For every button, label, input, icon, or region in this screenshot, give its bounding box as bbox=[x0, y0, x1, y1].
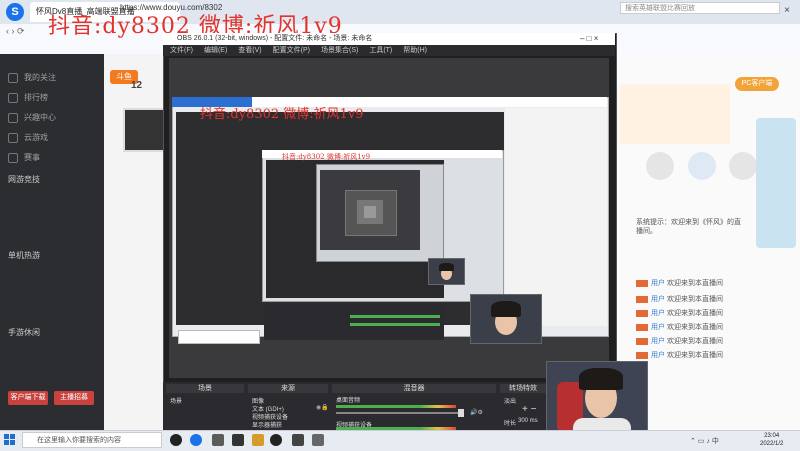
nested-docks bbox=[264, 304, 444, 340]
obs-menubar: 文件(F) 编辑(E) 查看(V) 配置文件(P) 场景集合(S) 工具(T) 帮助(H) bbox=[163, 45, 615, 56]
browser-logo-icon[interactable]: S bbox=[6, 3, 24, 21]
menu-edit[interactable]: 编辑(E) bbox=[204, 47, 227, 54]
chat-message: 用户 欢迎来到本直播间 bbox=[636, 322, 723, 332]
volume-slider-handle[interactable] bbox=[458, 409, 464, 417]
scene-item[interactable]: 场景 bbox=[170, 396, 182, 405]
trophy-icon bbox=[8, 152, 18, 163]
webcam-feed bbox=[546, 361, 648, 436]
cloud-icon bbox=[8, 132, 18, 143]
add-transition-icon[interactable]: + − bbox=[522, 404, 536, 415]
streamer-avatar[interactable] bbox=[123, 108, 165, 152]
gift-banner bbox=[620, 84, 730, 144]
rank-avatar[interactable] bbox=[729, 152, 757, 180]
browser-taskbar-icon[interactable] bbox=[190, 434, 202, 446]
rank-avatar[interactable] bbox=[688, 152, 716, 180]
chat-system-message: 系统提示：欢迎来到《怀风》的直播间。 bbox=[636, 219, 741, 235]
scenes-dock-title: 场景 bbox=[166, 384, 244, 393]
app-taskbar-icon[interactable] bbox=[252, 434, 264, 446]
chat-message: 用户 欢迎来到本直播间 bbox=[636, 294, 723, 304]
fans-count: 12 bbox=[131, 80, 143, 91]
sources-dock-title: 来源 bbox=[248, 384, 328, 393]
source-item[interactable]: 显示器捕获 bbox=[252, 420, 282, 429]
nested-meter bbox=[350, 315, 440, 318]
chat-message: 用户 欢迎来到本直播间 bbox=[636, 336, 723, 346]
taskbar-clock[interactable]: 23:04 2022/1/2 bbox=[760, 432, 783, 448]
rank-avatar[interactable] bbox=[646, 152, 674, 180]
level-badge bbox=[636, 309, 648, 317]
task-view-icon[interactable] bbox=[170, 434, 182, 446]
browser-search-input[interactable]: 搜索英雄联盟比赛回放 bbox=[620, 2, 780, 14]
duration-label: 时长 bbox=[504, 421, 517, 427]
chat-message: 用户 欢迎来到本直播间 bbox=[636, 350, 723, 360]
mixer-track-label: 桌面音频 bbox=[336, 398, 361, 404]
heart-icon bbox=[8, 72, 18, 83]
sidebar-section-header: 手游休闲 bbox=[8, 328, 40, 337]
system-tray-icons[interactable]: ⌃ ▭ ♪ 中 bbox=[690, 436, 719, 446]
windows-start-icon[interactable] bbox=[4, 434, 16, 446]
mixer-dock-title: 混音器 bbox=[332, 384, 496, 393]
app-taskbar-icon[interactable] bbox=[292, 434, 304, 446]
site-sidebar: 我的关注 排行榜 兴趣中心 云游戏 赛事 网游竞技 单机热游 手游休闲 bbox=[0, 54, 104, 430]
sidebar-item-rank[interactable]: 排行榜 bbox=[8, 92, 48, 103]
nested-webcam-feed bbox=[428, 258, 465, 285]
menu-file[interactable]: 文件(F) bbox=[170, 47, 193, 54]
level-badge bbox=[636, 323, 648, 331]
app-taskbar-icon[interactable] bbox=[232, 434, 244, 446]
anchor-recruit-button[interactable]: 主播招募 bbox=[54, 391, 94, 405]
sidebar-section-header: 网游竞技 bbox=[8, 175, 40, 184]
menu-tools[interactable]: 工具(T) bbox=[369, 47, 392, 54]
obs-taskbar-icon[interactable] bbox=[270, 434, 282, 446]
sidebar-item-follow[interactable]: 我的关注 bbox=[8, 72, 56, 83]
back-icon[interactable]: ‹ › ⟳ bbox=[6, 26, 25, 37]
app-taskbar-icon[interactable] bbox=[312, 434, 324, 446]
clock-date: 2022/1/2 bbox=[760, 441, 784, 447]
taskbar-search-input[interactable]: 在这里输入你要搜索的内容 bbox=[22, 432, 162, 448]
nested-taskbar-search bbox=[178, 330, 260, 344]
transition-dock-title: 转场特效 bbox=[500, 384, 546, 393]
client-download-button[interactable]: 客户端下载 bbox=[8, 391, 48, 405]
app-taskbar-icon[interactable] bbox=[212, 434, 224, 446]
chat-message: 用户 欢迎来到本直播间 bbox=[636, 278, 723, 288]
pc-client-button[interactable]: PC客户端 bbox=[735, 77, 779, 91]
clock-time: 23:04 bbox=[764, 433, 780, 439]
star-icon bbox=[8, 112, 18, 123]
mixer-mute-icon[interactable]: 🔊⚙ bbox=[470, 409, 483, 416]
obs-window-controls[interactable]: – □ × bbox=[580, 33, 598, 45]
nested-watermark: 抖音:dy8302 微博:祈风1v9 bbox=[282, 153, 371, 161]
menu-profile[interactable]: 配置文件(P) bbox=[273, 47, 310, 54]
nested-watermark: 抖音:dy8302 微博:祈风1v9 bbox=[200, 107, 364, 122]
menu-view[interactable]: 查看(V) bbox=[238, 47, 261, 54]
menu-help[interactable]: 帮助(H) bbox=[403, 47, 427, 54]
level-badge bbox=[636, 295, 648, 303]
level-badge bbox=[636, 337, 648, 345]
duration-value[interactable]: 300 ms bbox=[518, 418, 538, 424]
level-badge bbox=[636, 351, 648, 359]
sidebar-item-interest[interactable]: 兴趣中心 bbox=[8, 112, 56, 123]
close-icon[interactable]: × bbox=[780, 4, 794, 18]
sidebar-section-header: 单机热游 bbox=[8, 251, 40, 260]
source-visibility-icons[interactable]: ◉🔒 bbox=[316, 404, 329, 411]
level-badge bbox=[636, 279, 648, 287]
nested-meter bbox=[350, 323, 440, 326]
nested-capture-6 bbox=[364, 206, 376, 218]
sidebar-item-events[interactable]: 赛事 bbox=[8, 152, 40, 163]
chat-message: 用户 欢迎来到本直播间 bbox=[636, 308, 723, 318]
side-promo-banner[interactable] bbox=[756, 118, 796, 248]
rank-icon bbox=[8, 92, 18, 103]
transition-type[interactable]: 淡出 bbox=[504, 396, 516, 405]
audio-meter bbox=[336, 405, 456, 408]
nested-webcam-feed bbox=[470, 294, 542, 344]
menu-scene-collection[interactable]: 场景集合(S) bbox=[321, 47, 358, 54]
obs-titlebar: OBS 26.0.1 (32-bit, windows) - 配置文件: 未命名… bbox=[163, 33, 615, 45]
sidebar-item-cloud-game[interactable]: 云游戏 bbox=[8, 132, 48, 143]
volume-slider[interactable] bbox=[336, 412, 460, 414]
